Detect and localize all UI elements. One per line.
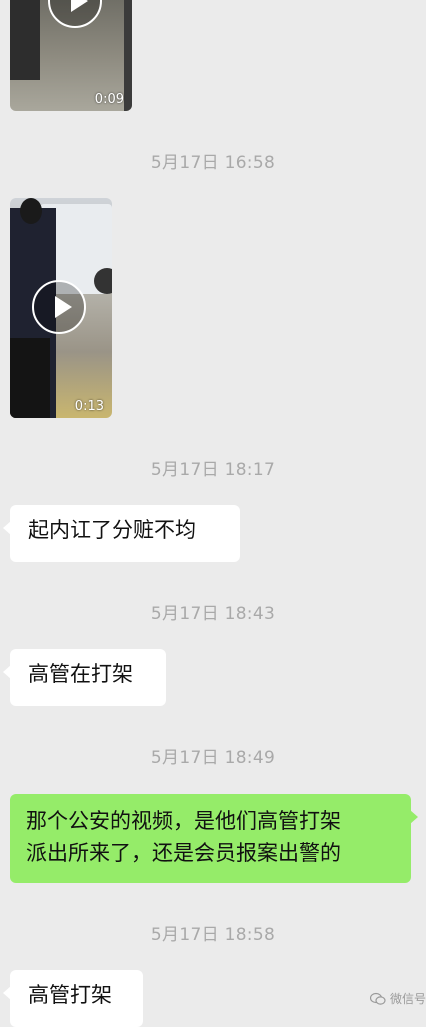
timestamp: 5月17日 18:43 <box>150 604 276 624</box>
message-text: 高管打架 <box>28 983 112 1007</box>
wechat-icon <box>369 992 386 1005</box>
play-icon[interactable] <box>32 280 86 334</box>
message-text-line: 派出所来了，还是会员报案出警的 <box>26 840 341 865</box>
message-text-line: 那个公安的视频，是他们高管打架 <box>26 809 341 833</box>
video-thumbnail-shadow <box>10 338 50 418</box>
message-text: 高管在打架 <box>28 662 133 686</box>
video-duration: 0:13 <box>74 399 104 414</box>
message-bubble[interactable]: 高管在打架 <box>3 649 166 706</box>
watermark: 微信号 <box>369 990 426 1007</box>
timestamp: 5月17日 18:58 <box>150 925 276 945</box>
video-thumbnail-door <box>124 0 132 111</box>
timestamp: 5月17日 18:17 <box>150 460 276 480</box>
message-text: 起内讧了分赃不均 <box>28 518 196 542</box>
video-thumbnail-figure <box>10 0 40 80</box>
video-thumbnail-head <box>20 198 42 224</box>
play-icon[interactable] <box>48 0 102 28</box>
video-duration: 0:09 <box>94 92 124 107</box>
timestamp: 5月17日 18:49 <box>150 748 276 768</box>
message-bubble[interactable]: 高管打架 <box>3 970 143 1027</box>
message-bubble[interactable]: 起内讧了分赃不均 <box>3 505 240 562</box>
video-message[interactable]: 0:09 <box>10 0 132 111</box>
watermark-label: 微信号 <box>389 992 426 1006</box>
message-bubble-sent[interactable]: 那个公安的视频，是他们高管打架 派出所来了，还是会员报案出警的 <box>10 794 418 883</box>
video-message[interactable]: 0:13 <box>10 198 112 418</box>
timestamp: 5月17日 16:58 <box>150 153 276 173</box>
